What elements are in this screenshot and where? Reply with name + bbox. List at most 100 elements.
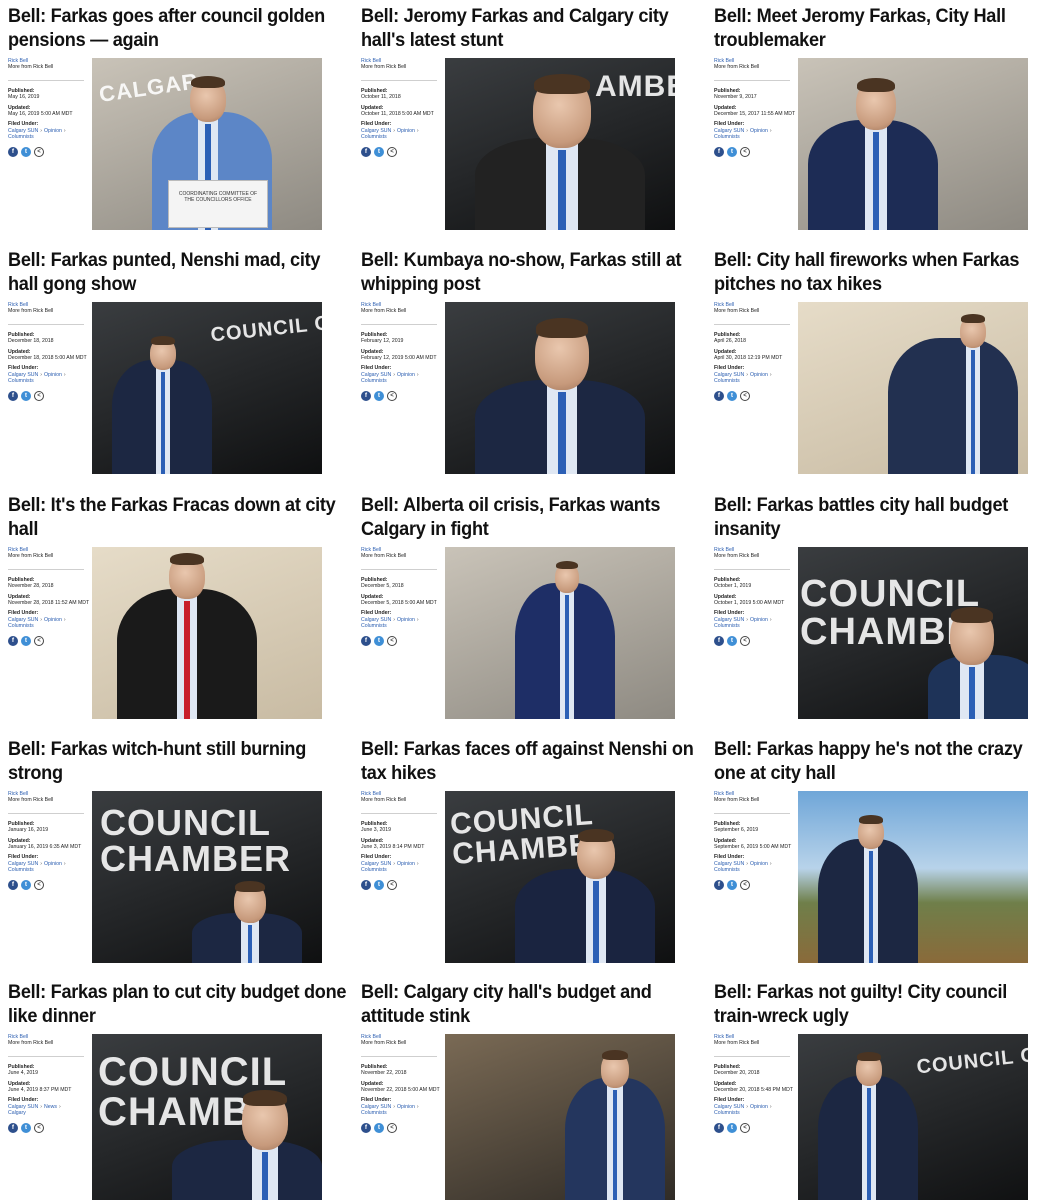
article-card[interactable]: Bell: Farkas goes after council golden p… [0,0,353,244]
share-icon[interactable]: < [740,879,750,890]
article-card[interactable]: Bell: Jeromy Farkas and Calgary city hal… [353,0,706,244]
category-link[interactable]: Columnists [714,134,740,140]
article-card[interactable]: Bell: Kumbaya no-show, Farkas still at w… [353,244,706,489]
article-headline[interactable]: Bell: Farkas not guilty! City council tr… [714,980,1037,1030]
category-link[interactable]: Calgary SUN [714,128,744,134]
article-photo[interactable] [798,58,1028,230]
twitter-icon[interactable]: t [21,1122,31,1133]
category-link[interactable]: Columnists [714,378,740,384]
article-photo[interactable] [92,547,322,719]
article-photo[interactable] [798,302,1028,474]
facebook-icon[interactable]: f [8,146,18,157]
article-photo[interactable]: COUNCIL CHAMBER [92,791,322,963]
article-headline[interactable]: Bell: Farkas punted, Nenshi mad, city ha… [8,248,348,298]
twitter-icon[interactable]: t [374,390,384,401]
category-link[interactable]: Columnists [361,378,387,384]
category-link[interactable]: Columnists [361,134,387,140]
article-photo[interactable] [445,1034,675,1200]
category-link[interactable]: Calgary SUN [714,861,744,867]
article-headline[interactable]: Bell: Jeromy Farkas and Calgary city hal… [361,4,701,54]
article-photo[interactable]: CALGAR COORDINATING COMMITTEE OF THE COUN… [92,58,322,230]
category-link[interactable]: Opinion [397,861,415,867]
share-icon[interactable]: < [34,146,44,157]
article-photo[interactable] [445,302,675,474]
share-icon[interactable]: < [740,635,750,646]
share-icon[interactable]: < [387,146,397,157]
facebook-icon[interactable]: f [361,390,371,401]
category-link[interactable]: Calgary SUN [361,128,391,134]
category-link[interactable]: Calgary SUN [361,861,391,867]
twitter-icon[interactable]: t [727,390,737,401]
category-link[interactable]: Calgary SUN [361,372,391,378]
category-link[interactable]: Columnists [8,623,34,629]
facebook-icon[interactable]: f [714,390,724,401]
share-icon[interactable]: < [387,635,397,646]
facebook-icon[interactable]: f [8,1122,18,1133]
category-link[interactable]: Calgary SUN [8,372,38,378]
article-headline[interactable]: Bell: Calgary city hall's budget and att… [361,980,701,1030]
category-link[interactable]: Calgary SUN [8,617,38,623]
twitter-icon[interactable]: t [727,879,737,890]
article-card[interactable]: Bell: Farkas battles city hall budget in… [706,489,1042,733]
category-link[interactable]: Columnists [8,867,34,873]
facebook-icon[interactable]: f [8,390,18,401]
category-link[interactable]: Opinion [750,617,768,623]
category-link[interactable]: Opinion [397,128,415,134]
category-link[interactable]: Opinion [44,128,62,134]
article-card[interactable]: Bell: It's the Farkas Fracas down at cit… [0,489,353,733]
category-link[interactable]: Opinion [397,1104,415,1110]
category-link[interactable]: Columnists [361,1110,387,1116]
category-link[interactable]: Calgary SUN [361,1104,391,1110]
category-link[interactable]: Calgary SUN [8,861,38,867]
article-headline[interactable]: Bell: Farkas faces off against Nenshi on… [361,737,701,787]
category-link[interactable]: Opinion [44,617,62,623]
share-icon[interactable]: < [740,146,750,157]
article-card[interactable]: Bell: Farkas faces off against Nenshi on… [353,733,706,976]
category-link[interactable]: Opinion [397,617,415,623]
article-card[interactable]: Bell: Farkas witch-hunt still burning st… [0,733,353,976]
facebook-icon[interactable]: f [714,146,724,157]
category-link[interactable]: Opinion [750,861,768,867]
article-card[interactable]: Bell: Farkas not guilty! City council tr… [706,976,1042,1200]
share-icon[interactable]: < [740,1122,750,1133]
article-card[interactable]: Bell: Calgary city hall's budget and att… [353,976,706,1200]
twitter-icon[interactable]: t [727,635,737,646]
article-card[interactable]: Bell: City hall fireworks when Farkas pi… [706,244,1042,489]
article-photo[interactable]: COUNCIL CHAMBER [92,302,322,474]
category-link[interactable]: Columnists [361,867,387,873]
article-headline[interactable]: Bell: Kumbaya no-show, Farkas still at w… [361,248,701,298]
share-icon[interactable]: < [740,390,750,401]
category-link[interactable]: Calgary SUN [714,617,744,623]
category-link[interactable]: News [44,1104,57,1110]
facebook-icon[interactable]: f [714,1122,724,1133]
facebook-icon[interactable]: f [714,635,724,646]
facebook-icon[interactable]: f [361,879,371,890]
article-headline[interactable]: Bell: City hall fireworks when Farkas pi… [714,248,1037,298]
article-card[interactable]: Bell: Meet Jeromy Farkas, City Hall trou… [706,0,1042,244]
category-link[interactable]: Columnists [714,867,740,873]
facebook-icon[interactable]: f [714,879,724,890]
facebook-icon[interactable]: f [361,635,371,646]
category-link[interactable]: Opinion [750,372,768,378]
article-headline[interactable]: Bell: Farkas witch-hunt still burning st… [8,737,348,787]
article-photo[interactable]: COUNCIL CHAMBE [92,1034,322,1200]
share-icon[interactable]: < [387,1122,397,1133]
article-photo[interactable] [445,547,675,719]
facebook-icon[interactable]: f [361,146,371,157]
twitter-icon[interactable]: t [727,146,737,157]
article-headline[interactable]: Bell: Farkas happy he's not the crazy on… [714,737,1037,787]
article-headline[interactable]: Bell: It's the Farkas Fracas down at cit… [8,493,348,543]
article-headline[interactable]: Bell: Alberta oil crisis, Farkas wants C… [361,493,701,543]
facebook-icon[interactable]: f [361,1122,371,1133]
share-icon[interactable]: < [34,1122,44,1133]
article-photo[interactable]: COUNCIL CHAMBER [798,1034,1028,1200]
category-link[interactable]: Columnists [361,623,387,629]
share-icon[interactable]: < [34,879,44,890]
article-card[interactable]: Bell: Farkas punted, Nenshi mad, city ha… [0,244,353,489]
twitter-icon[interactable]: t [21,879,31,890]
article-photo[interactable] [798,791,1028,963]
article-photo[interactable]: COUNCIL CHAMBE [798,547,1028,719]
share-icon[interactable]: < [387,390,397,401]
twitter-icon[interactable]: t [374,879,384,890]
category-link[interactable]: Opinion [750,1104,768,1110]
